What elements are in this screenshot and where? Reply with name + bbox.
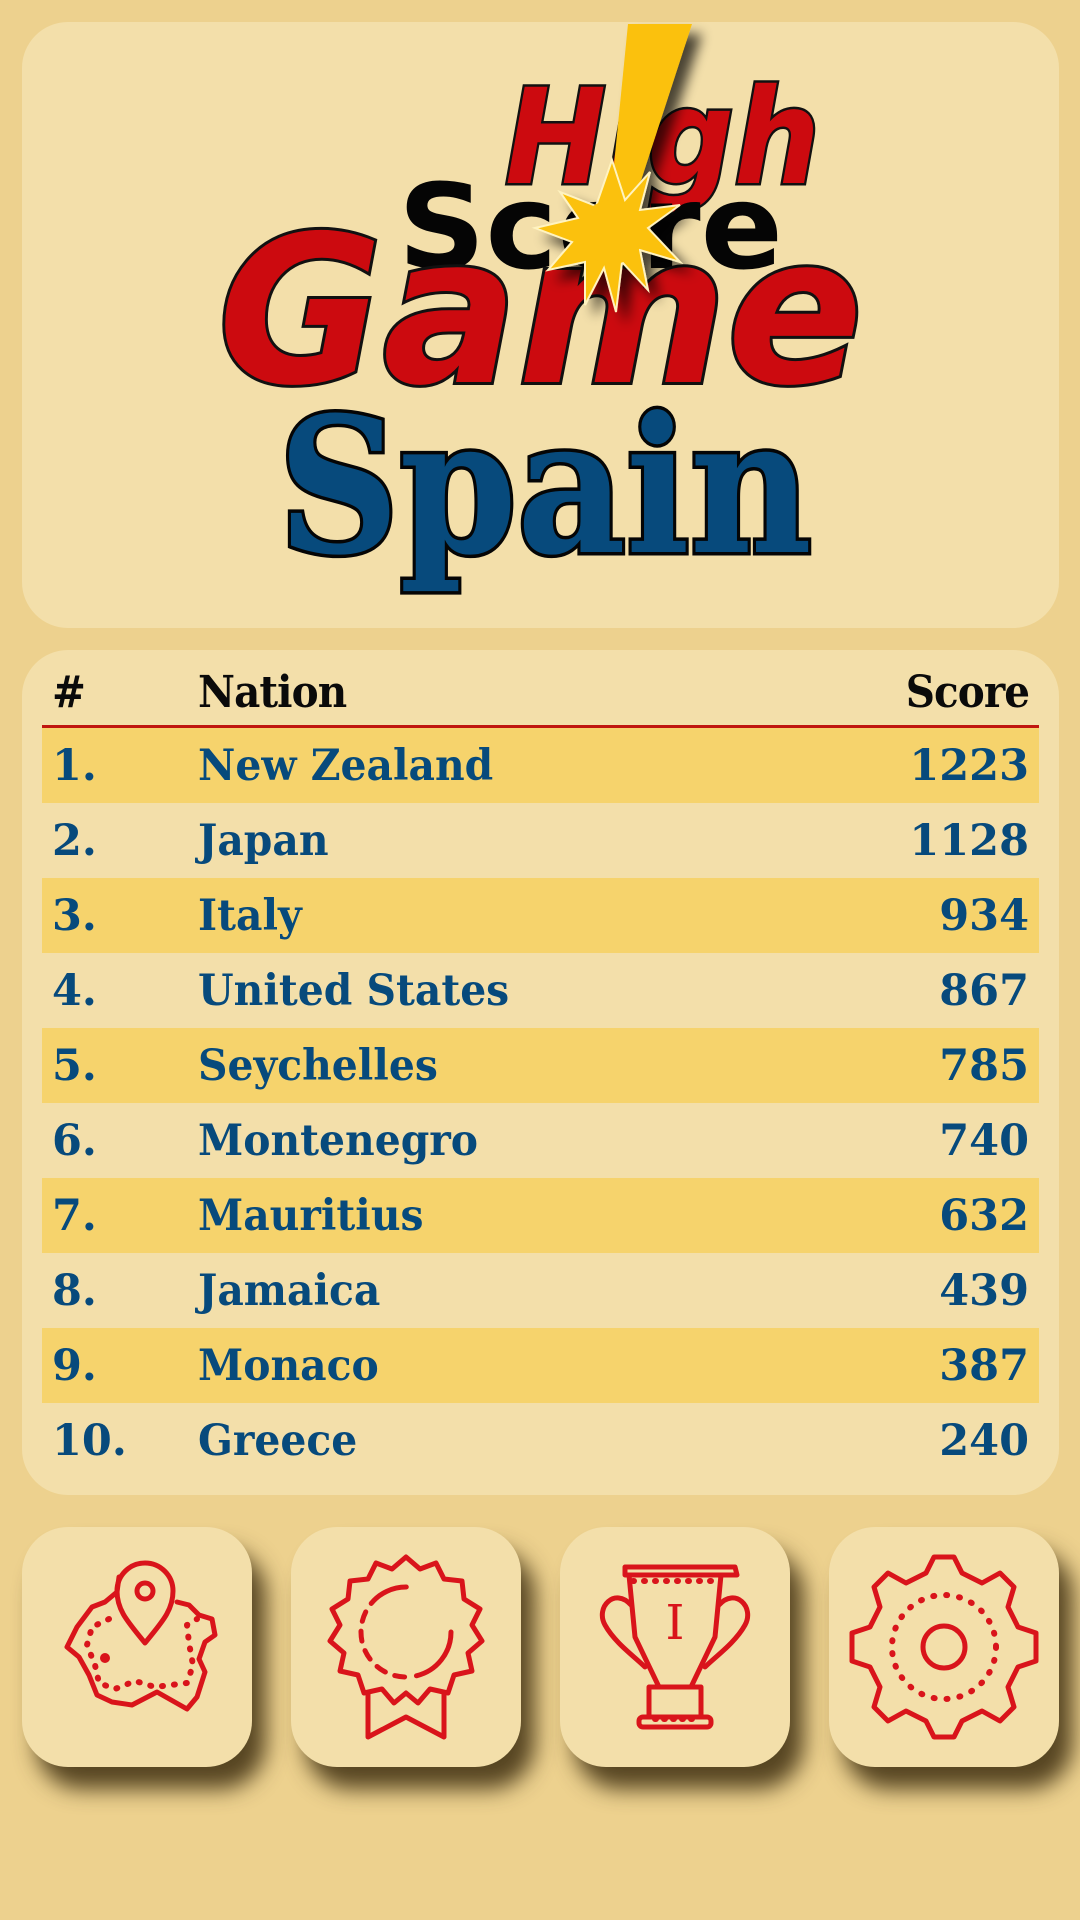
country-map-pin-icon bbox=[64, 1560, 218, 1712]
row-score: 934 bbox=[939, 891, 1029, 941]
gear-icon bbox=[849, 1554, 1039, 1740]
row-rank: 6. bbox=[52, 1116, 97, 1166]
row-rank: 2. bbox=[52, 816, 97, 866]
awards-button[interactable] bbox=[291, 1527, 521, 1767]
trophy-glyph: I bbox=[666, 1595, 685, 1651]
header-rank: # bbox=[52, 667, 86, 718]
table-row: 8. Jamaica 439 bbox=[42, 1253, 1039, 1328]
table-row: 2. Japan 1128 bbox=[42, 803, 1039, 878]
row-rank: 5. bbox=[52, 1041, 97, 1091]
row-score: 240 bbox=[939, 1416, 1029, 1466]
header-score: Score bbox=[905, 667, 1030, 718]
table-row: 9. Monaco 387 bbox=[42, 1328, 1039, 1403]
row-score: 785 bbox=[939, 1041, 1029, 1091]
row-nation: Greece bbox=[198, 1416, 358, 1466]
row-nation: Monaco bbox=[198, 1341, 379, 1391]
table-row: 4. United States 867 bbox=[42, 953, 1039, 1028]
row-rank: 1. bbox=[52, 741, 97, 791]
country-title: Spain bbox=[278, 376, 812, 597]
row-rank: 8. bbox=[52, 1266, 97, 1316]
table-row: 6. Montenegro 740 bbox=[42, 1103, 1039, 1178]
row-score: 387 bbox=[939, 1341, 1029, 1391]
row-score: 632 bbox=[939, 1191, 1029, 1241]
row-score: 1223 bbox=[909, 741, 1029, 791]
row-nation: Seychelles bbox=[198, 1041, 438, 1091]
row-nation: Mauritius bbox=[198, 1191, 424, 1241]
trophy-icon: I bbox=[599, 1564, 751, 1730]
table-row: 3. Italy 934 bbox=[42, 878, 1039, 953]
table-row: 10. Greece 240 bbox=[42, 1403, 1039, 1478]
row-nation: New Zealand bbox=[198, 741, 494, 791]
header-nation: Nation bbox=[198, 667, 347, 718]
row-rank: 3. bbox=[52, 891, 97, 941]
row-rank: 4. bbox=[52, 966, 97, 1016]
row-score: 867 bbox=[939, 966, 1029, 1016]
game-logo: High Score Game Spain bbox=[0, 0, 1080, 640]
row-rank: 9. bbox=[52, 1341, 97, 1391]
leaderboard-rows: 1. New Zealand 1223 2. Japan 1128 3. Ita… bbox=[42, 728, 1039, 1478]
award-ribbon-icon bbox=[327, 1554, 485, 1740]
row-score: 1128 bbox=[909, 816, 1029, 866]
row-score: 740 bbox=[939, 1116, 1029, 1166]
row-rank: 10. bbox=[52, 1416, 127, 1466]
settings-button[interactable] bbox=[829, 1527, 1059, 1767]
leaderboard-header: # Nation Score bbox=[42, 655, 1039, 728]
table-row: 5. Seychelles 785 bbox=[42, 1028, 1039, 1103]
trophy-button[interactable]: I bbox=[560, 1527, 790, 1767]
table-row: 1. New Zealand 1223 bbox=[42, 728, 1039, 803]
row-score: 439 bbox=[939, 1266, 1029, 1316]
logo-graphic: High Score Game Spain bbox=[215, 24, 866, 601]
table-row: 7. Mauritius 632 bbox=[42, 1178, 1039, 1253]
row-nation: Jamaica bbox=[198, 1266, 381, 1316]
row-nation: Italy bbox=[198, 891, 302, 941]
row-nation: Japan bbox=[198, 816, 329, 866]
row-nation: Montenegro bbox=[198, 1116, 479, 1166]
row-rank: 7. bbox=[52, 1191, 97, 1241]
row-nation: United States bbox=[198, 966, 510, 1016]
map-button[interactable] bbox=[22, 1527, 252, 1767]
